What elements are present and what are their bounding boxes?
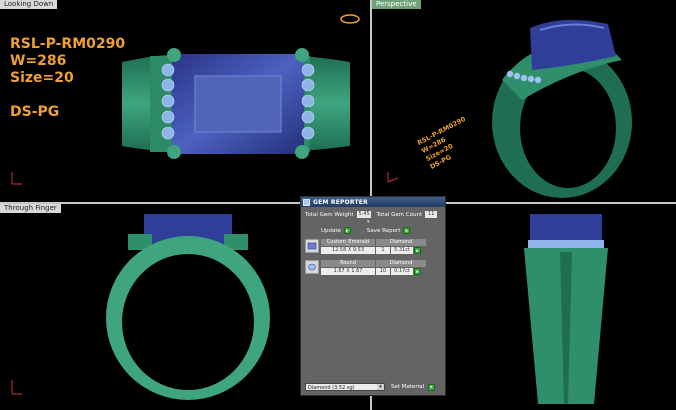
gem-list: Custom_Emerald Diamond 12.58 X 9.53 1 5.… [305, 239, 429, 281]
total-count-label: Total Gem Count [376, 211, 423, 218]
gem-row-round[interactable]: Round Diamond 1.67 X 1.67 10 0.17ct ▸ [305, 260, 429, 279]
gem-weight: 5.31ct [391, 247, 413, 254]
spec-code: RSL-P-RM0290 [10, 36, 126, 52]
set-material-label: Set Material [391, 384, 425, 390]
save-report-label: Save Report [366, 227, 401, 234]
round-cut-icon [305, 260, 319, 274]
gem-select-button[interactable]: ▸ [414, 247, 421, 254]
axis-icon-front [11, 380, 22, 395]
gem-row-emerald[interactable]: Custom_Emerald Diamond 12.58 X 9.53 1 5.… [305, 239, 429, 258]
set-material-button[interactable]: ▸ [428, 383, 436, 391]
side-stone [530, 214, 602, 244]
gem-reporter-titlebar[interactable]: GEM REPORTER [301, 197, 445, 207]
gem-shape: Round [321, 260, 375, 267]
emerald-cut-icon [305, 239, 319, 253]
ring-spec-label: RSL-P-RM0290 W=286 Size=20 DS-PG [10, 36, 125, 121]
total-weight-value: 5.45 [356, 211, 371, 218]
gem-reporter-dialog[interactable]: GEM REPORTER Total Gem Weight 5.45 Total… [300, 196, 446, 396]
update-button[interactable]: ▸ [343, 227, 351, 234]
collapse-arrow-icon[interactable]: ▾ [367, 219, 370, 225]
axis-icon-perspective [387, 172, 399, 183]
gem-reporter-title: GEM REPORTER [313, 198, 368, 206]
chevron-down-icon[interactable]: ▾ [377, 384, 384, 390]
gem-size: 12.58 X 9.53 [321, 247, 375, 254]
spec-weight: W=286 [10, 53, 67, 69]
spec-size: Size=20 [10, 70, 74, 86]
gem-reporter-icon [303, 198, 310, 206]
material-select-value: Diamond (3.52 sg) [308, 385, 355, 391]
viewport-top[interactable]: Looking Down RSL-P-RM0290 W=286 Size=20 … [0, 0, 370, 202]
gem-weight: 0.17ct [391, 268, 413, 275]
material-select[interactable]: Diamond (3.52 sg) ▾ [305, 383, 385, 391]
view-cube-icon[interactable] [340, 14, 360, 24]
ring-perspective-view [387, 19, 632, 198]
gem-material: Diamond [376, 239, 426, 246]
gem-material: Diamond [376, 260, 426, 267]
spec-designer: DS-PG [10, 104, 60, 120]
gem-size: 1.67 X 1.67 [321, 268, 375, 275]
front-shank-inner [122, 254, 254, 390]
stone-table [194, 75, 282, 133]
total-count-value: 11 [425, 211, 438, 218]
gem-shape: Custom_Emerald [321, 239, 375, 246]
total-weight-label: Total Gem Weight [305, 211, 354, 218]
axis-icon-top [11, 172, 22, 185]
update-button-label: Update [321, 227, 341, 234]
gem-count: 1 [376, 247, 390, 254]
gem-count: 10 [376, 268, 390, 275]
save-report-button[interactable]: ▸ [403, 227, 411, 234]
viewport-perspective[interactable]: Perspective [372, 0, 676, 202]
gem-select-button[interactable]: ▸ [414, 268, 421, 275]
